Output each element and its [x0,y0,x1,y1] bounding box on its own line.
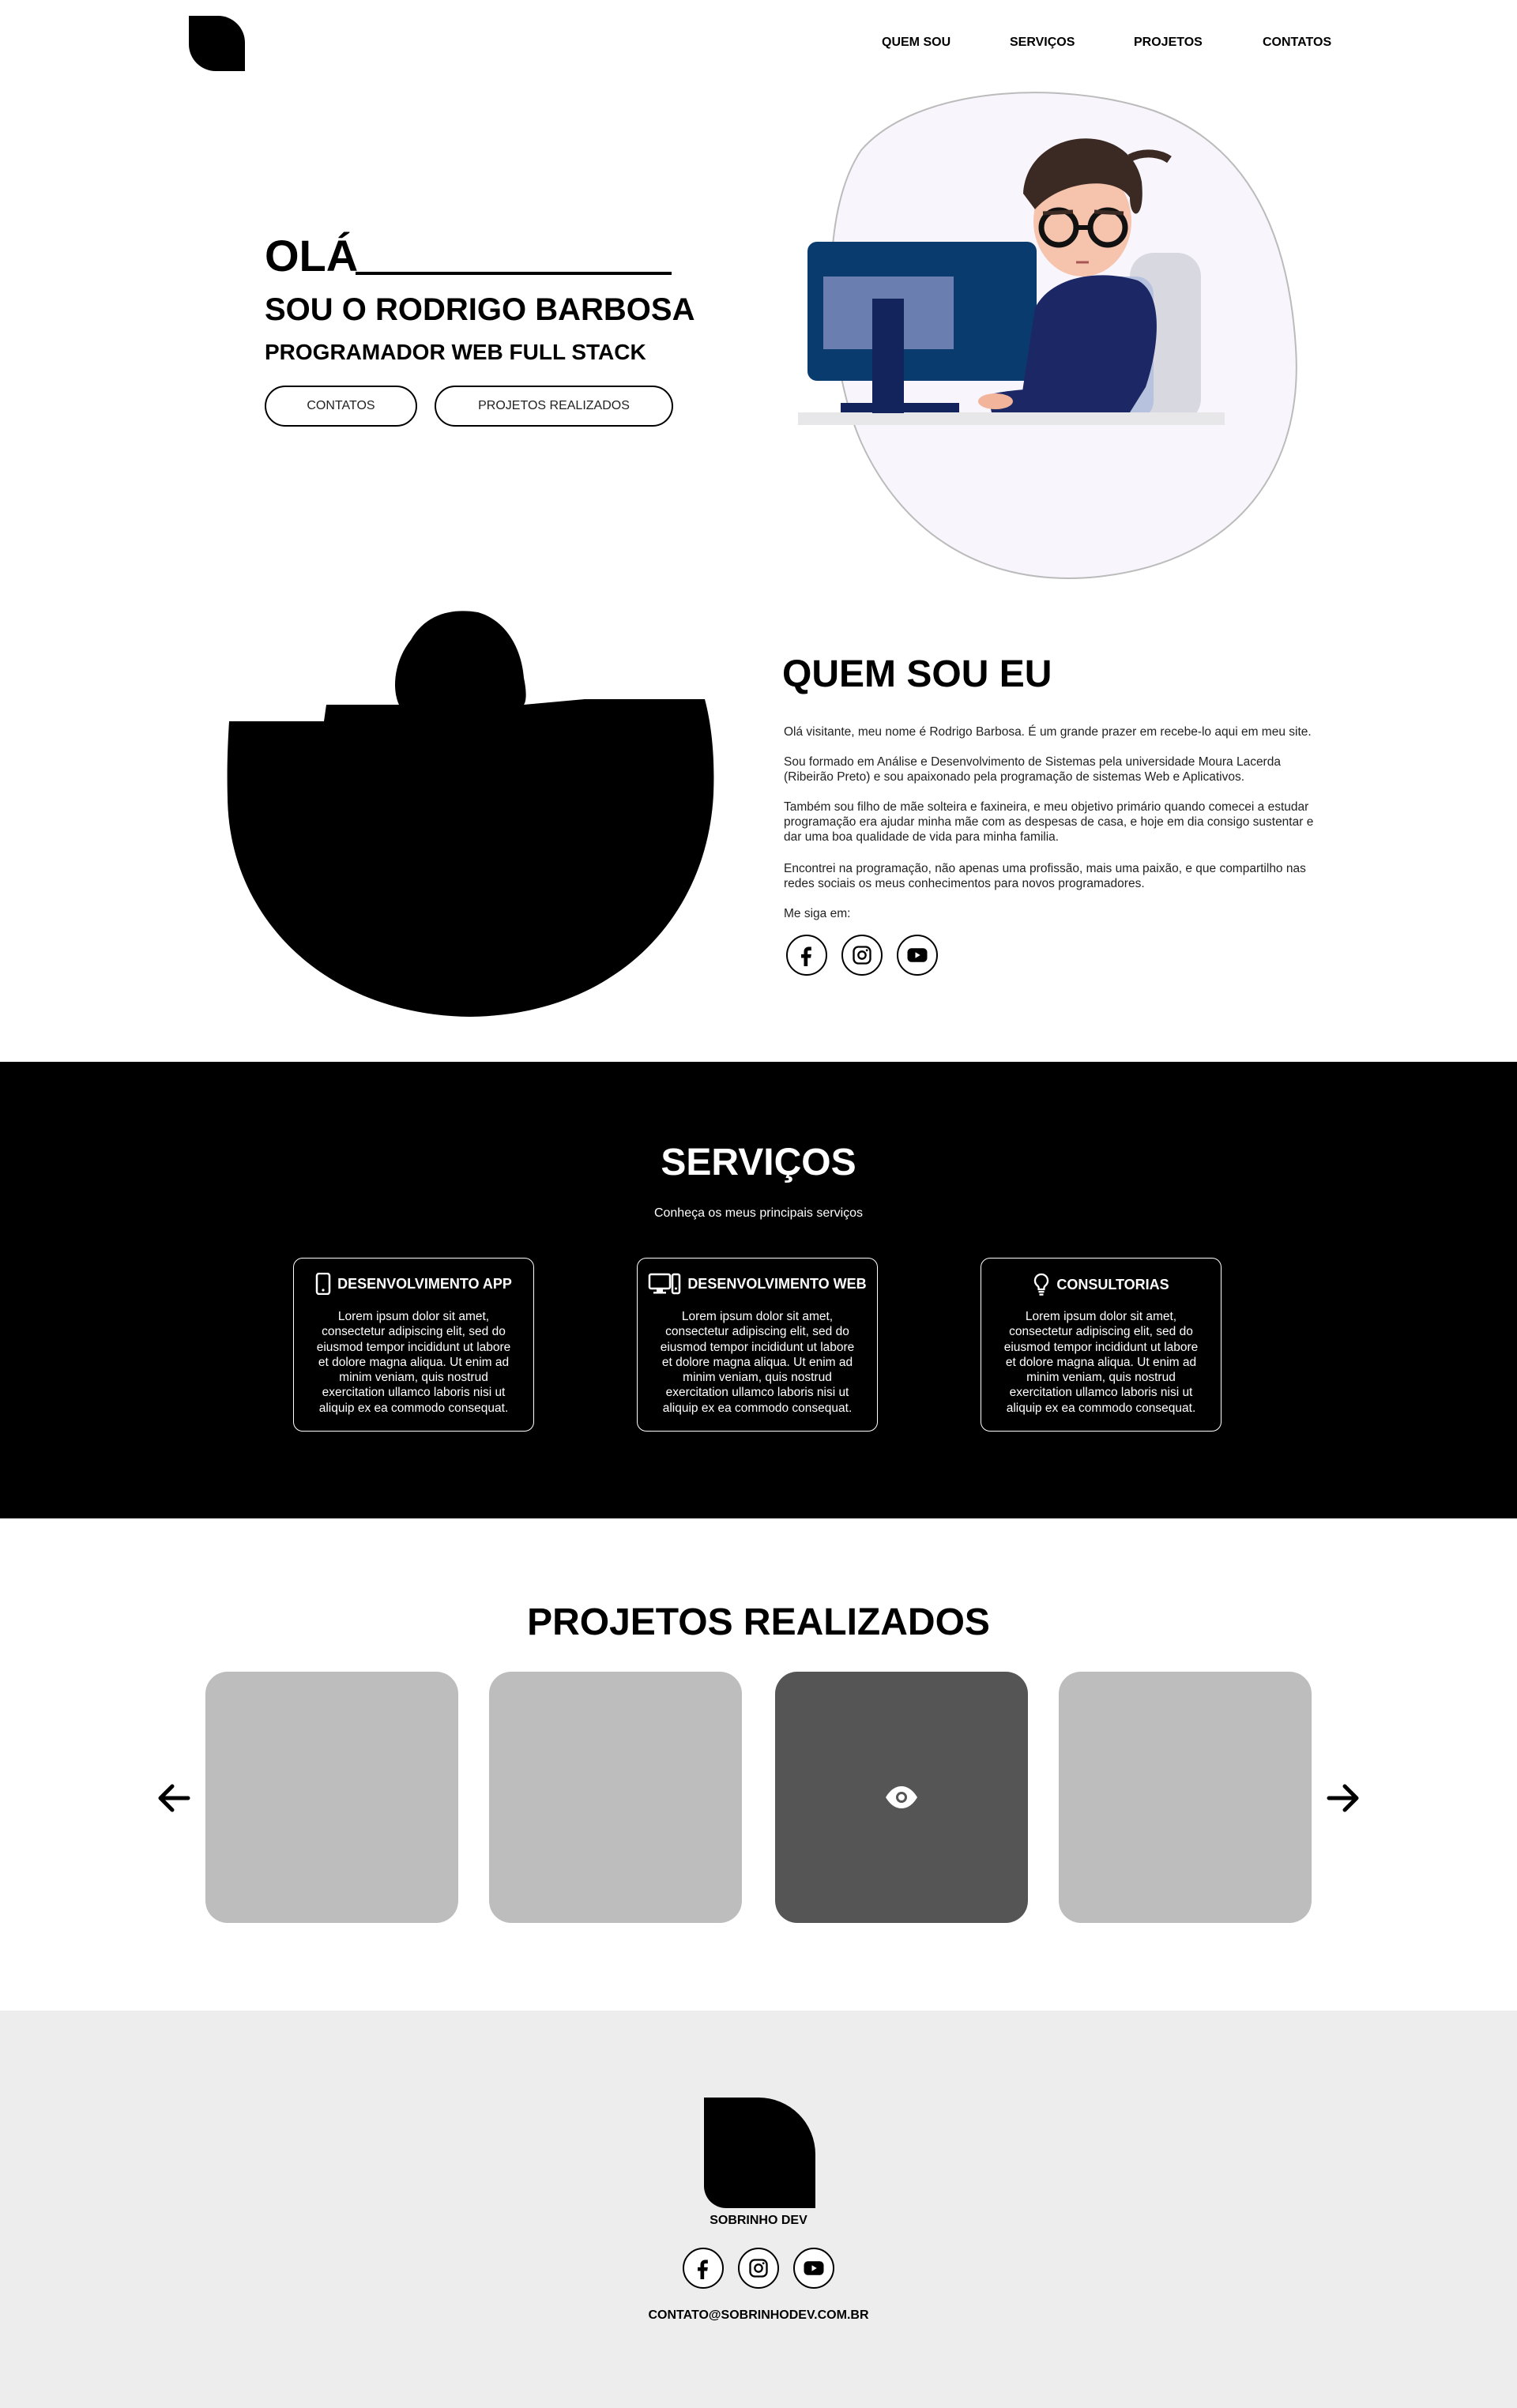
smartphone-icon [315,1273,331,1295]
eye-icon [886,1786,917,1808]
service-card-title: DESENVOLVIMENTO APP [337,1275,512,1292]
instagram-link[interactable] [841,935,883,976]
services-title: SERVIÇOS [661,1142,856,1183]
footer-logo[interactable] [704,2098,815,2208]
facebook-icon [801,946,811,966]
facebook-icon [698,2259,708,2279]
hero-name: SOU O RODRIGO BARBOSA [265,292,695,327]
hero-greeting: OLÁ [265,231,359,280]
about-paragraph-2: Sou formado em Análise e Desenvolvimento… [784,755,1281,784]
project-card[interactable] [205,1672,458,1923]
service-card-app: DESENVOLVIMENTO APP Lorem ipsum dolor si… [293,1258,534,1432]
service-card-title: DESENVOLVIMENTO WEB [687,1275,867,1292]
footer-youtube-link[interactable] [793,2248,834,2289]
services-section: SERVIÇOS Conheça os meus principais serv… [0,1062,1517,1518]
arrow-left-icon [158,1784,190,1812]
project-card[interactable] [489,1672,742,1923]
about-paragraph-1: Olá visitante, meu nome é Rodrigo Barbos… [784,725,1312,739]
footer-email[interactable]: CONTATO@SOBRINHODEV.COM.BR [0,2308,1517,2323]
projects-button[interactable]: PROJETOS REALIZADOS [435,386,673,427]
service-card-text: Lorem ipsum dolor sit amet, consectetur … [660,1310,855,1415]
service-card-text: Lorem ipsum dolor sit amet, consectetur … [1003,1310,1199,1415]
service-card-title: CONSULTORIAS [1056,1276,1169,1292]
hero-role: PROGRAMADOR WEB FULL STACK [265,340,646,364]
desktop-icon [649,1273,681,1295]
hero-underline [356,272,672,275]
project-card-active[interactable] [775,1672,1028,1923]
service-card-web: DESENVOLVIMENTO WEB Lorem ipsum dolor si… [637,1258,878,1432]
youtube-icon [907,948,928,962]
footer-facebook-link[interactable] [683,2248,724,2289]
profile-photo [227,611,714,1017]
facebook-link[interactable] [786,935,827,976]
footer: SOBRINHO DEV CONTATO@SOBRINHODEV.COM.BR [0,2011,1517,2408]
instagram-icon [853,946,871,965]
hero-illustration [798,92,1297,579]
service-card-text: Lorem ipsum dolor sit amet, consectetur … [316,1310,511,1415]
nav-servicos[interactable]: SERVIÇOS [1010,36,1075,50]
lightbulb-icon [1034,1273,1049,1296]
youtube-link[interactable] [897,935,938,976]
projects-title: PROJETOS REALIZADOS [527,1601,990,1643]
nav-projetos[interactable]: PROJETOS [1134,36,1203,50]
about-title: QUEM SOU EU [782,653,1052,695]
about-paragraph-4: Encontrei na programação, não apenas uma… [784,862,1306,890]
nav-quem-sou[interactable]: QUEM SOU [882,36,950,50]
nav-contatos[interactable]: CONTATOS [1263,36,1331,50]
footer-instagram-link[interactable] [738,2248,779,2289]
project-card[interactable] [1059,1672,1312,1923]
carousel-prev-button[interactable] [155,1779,193,1817]
arrow-right-icon [1327,1784,1359,1812]
service-card-consulting: CONSULTORIAS Lorem ipsum dolor sit amet,… [981,1258,1222,1432]
contacts-button[interactable]: CONTATOS [265,386,417,427]
youtube-icon [804,2261,824,2275]
logo[interactable] [189,16,245,71]
instagram-icon [749,2259,768,2278]
about-paragraph-3: Também sou filho de mãe solteira e faxin… [784,800,1314,844]
services-subtitle: Conheça os meus principais serviços [653,1206,864,1220]
follow-label: Me siga em: [784,907,851,920]
footer-brand: SOBRINHO DEV [710,2214,807,2227]
carousel-next-button[interactable] [1324,1779,1362,1817]
